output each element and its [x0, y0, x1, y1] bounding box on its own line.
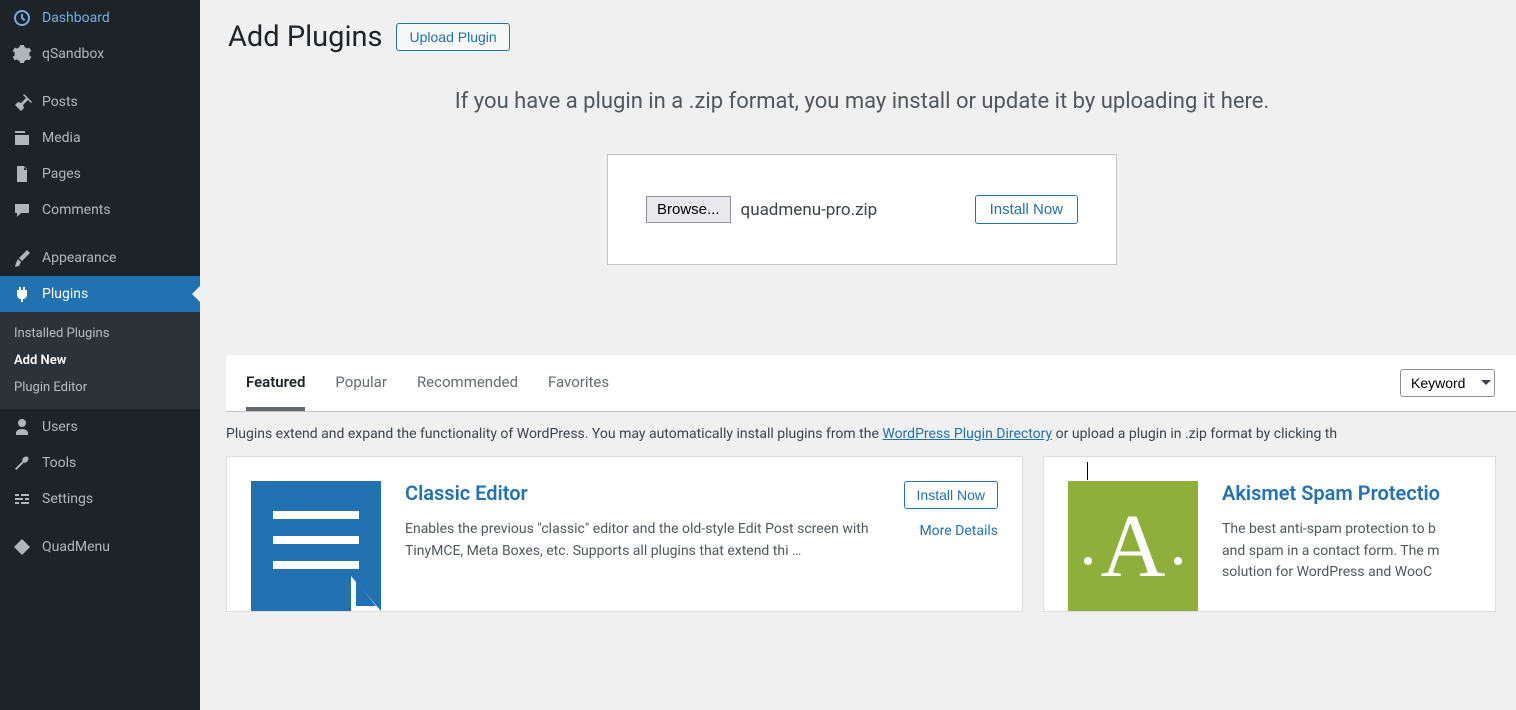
file-input-group: Browse... quadmenu-pro.zip: [646, 196, 877, 223]
sidebar-item-label: Comments: [42, 202, 111, 218]
svg-text:A: A: [1101, 497, 1166, 596]
sidebar-item-label: Dashboard: [42, 10, 110, 26]
pushpin-icon: [12, 92, 32, 112]
more-details-link[interactable]: More Details: [919, 523, 998, 539]
media-icon: [12, 128, 32, 148]
brush-icon: [12, 248, 32, 268]
submenu-plugin-editor[interactable]: Plugin Editor: [0, 374, 200, 401]
plugins-description: Plugins extend and expand the functional…: [226, 412, 1496, 456]
browse-button[interactable]: Browse...: [646, 196, 731, 223]
sliders-icon: [12, 489, 32, 509]
sidebar-item-qsandbox[interactable]: qSandbox: [0, 36, 200, 72]
plugin-title[interactable]: Classic Editor: [405, 481, 886, 505]
diamond-icon: [12, 537, 32, 557]
sidebar-item-plugins[interactable]: Plugins: [0, 276, 200, 312]
comment-icon: [12, 200, 32, 220]
sidebar-item-settings[interactable]: Settings: [0, 481, 200, 517]
selected-file-name: quadmenu-pro.zip: [741, 200, 878, 220]
tab-popular[interactable]: Popular: [335, 355, 387, 411]
sidebar-item-label: Users: [42, 419, 78, 435]
sidebar-item-label: Media: [42, 130, 81, 146]
filter-tabs: Featured Popular Recommended Favorites: [246, 355, 1400, 411]
submenu-add-new[interactable]: Add New: [0, 347, 200, 374]
install-plugin-button[interactable]: Install Now: [904, 481, 998, 509]
tab-featured[interactable]: Featured: [246, 355, 305, 411]
upload-form: Browse... quadmenu-pro.zip Install Now: [607, 154, 1117, 265]
plugin-cards: Classic Editor Enables the previous "cla…: [226, 456, 1496, 612]
wrench-icon: [12, 453, 32, 473]
search-type-select-wrap: Keyword: [1400, 369, 1501, 397]
dashboard-icon: [12, 8, 32, 28]
plugin-title[interactable]: Akismet Spam Protectio: [1222, 481, 1471, 505]
plugin-description: The best anti-spam protection to b and s…: [1222, 519, 1461, 584]
plugin-description: Enables the previous "classic" editor an…: [405, 519, 876, 562]
page-header: Add Plugins Upload Plugin: [228, 20, 1496, 54]
main-content: Add Plugins Upload Plugin If you have a …: [200, 0, 1516, 710]
plugin-card-akismet: A Akismet Spam Protectio The best anti-s…: [1043, 456, 1496, 612]
sidebar-item-posts[interactable]: Posts: [0, 84, 200, 120]
sidebar-item-appearance[interactable]: Appearance: [0, 240, 200, 276]
plugin-card-classic-editor: Classic Editor Enables the previous "cla…: [226, 456, 1023, 612]
page-title: Add Plugins: [228, 20, 382, 54]
upload-instruction-text: If you have a plugin in a .zip format, y…: [228, 89, 1496, 114]
classic-editor-icon: [251, 481, 381, 611]
user-icon: [12, 417, 32, 437]
tab-recommended[interactable]: Recommended: [417, 355, 518, 411]
sidebar-item-label: Plugins: [42, 286, 88, 302]
sidebar-item-comments[interactable]: Comments: [0, 192, 200, 228]
filter-tabs-bar: Featured Popular Recommended Favorites K…: [226, 355, 1516, 412]
sidebar-item-label: Tools: [42, 455, 76, 471]
admin-sidebar: Dashboard qSandbox Posts Media Pages Com…: [0, 0, 200, 710]
search-type-select[interactable]: Keyword: [1400, 369, 1495, 397]
page-icon: [12, 164, 32, 184]
akismet-icon: A: [1068, 481, 1198, 611]
sidebar-item-label: Pages: [42, 166, 81, 182]
sidebar-item-quadmenu[interactable]: QuadMenu: [0, 529, 200, 565]
sidebar-item-label: Posts: [42, 94, 78, 110]
text-cursor-indicator: [1087, 462, 1088, 480]
plugin-directory-link[interactable]: WordPress Plugin Directory: [882, 426, 1052, 442]
sidebar-item-tools[interactable]: Tools: [0, 445, 200, 481]
upload-plugin-button[interactable]: Upload Plugin: [396, 23, 509, 51]
sidebar-item-label: QuadMenu: [42, 539, 110, 555]
gear-icon: [12, 44, 32, 64]
tab-favorites[interactable]: Favorites: [548, 355, 609, 411]
install-now-button[interactable]: Install Now: [975, 195, 1078, 224]
sidebar-item-label: Appearance: [42, 250, 116, 266]
plugins-submenu: Installed Plugins Add New Plugin Editor: [0, 312, 200, 409]
sidebar-item-label: qSandbox: [42, 46, 104, 62]
plugin-icon: [12, 284, 32, 304]
submenu-installed-plugins[interactable]: Installed Plugins: [0, 320, 200, 347]
sidebar-item-label: Settings: [42, 491, 93, 507]
sidebar-item-media[interactable]: Media: [0, 120, 200, 156]
sidebar-item-pages[interactable]: Pages: [0, 156, 200, 192]
sidebar-item-dashboard[interactable]: Dashboard: [0, 0, 200, 36]
sidebar-item-users[interactable]: Users: [0, 409, 200, 445]
